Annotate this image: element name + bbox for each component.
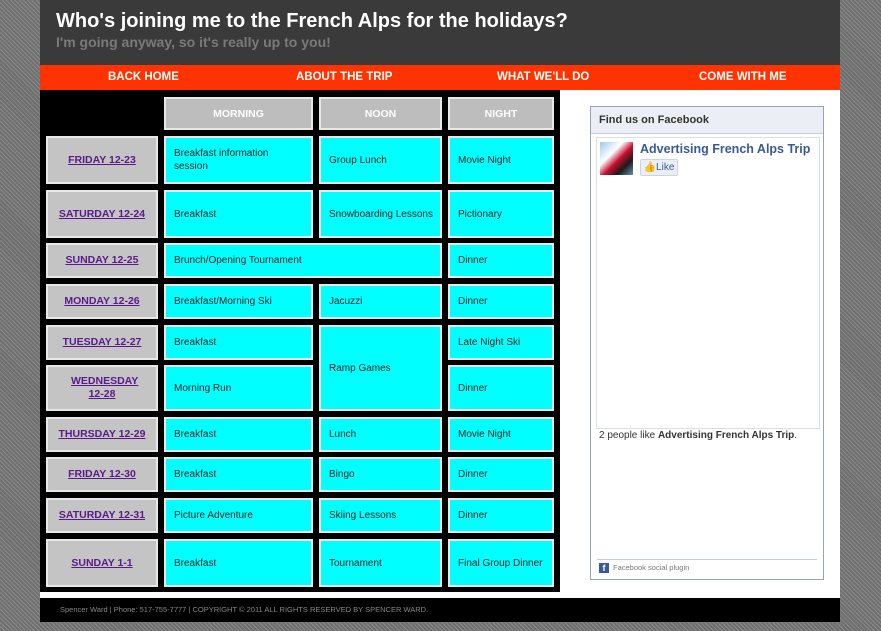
- nav-about-the-trip[interactable]: ABOUT THE TRIP: [296, 65, 392, 90]
- activity-cell: Group Lunch: [319, 136, 442, 184]
- facebook-box-heading: Find us on Facebook: [599, 114, 710, 126]
- activity-cell: Pictionary: [448, 190, 554, 238]
- activity-cell: Breakfast: [164, 539, 313, 587]
- schedule-table: MORNING NOON NIGHT FRIDAY 12-23 SATURDAY…: [40, 90, 560, 592]
- activity-cell: Breakfast: [164, 190, 313, 238]
- day-cell: SATURDAY 12-24: [46, 190, 158, 238]
- facebook-logo-icon: f: [599, 563, 609, 573]
- column-header-noon: NOON: [319, 97, 442, 130]
- activity-cell: Late Night Ski: [448, 325, 554, 360]
- activity-cell: Lunch: [319, 417, 442, 452]
- day-link-saturday-12-31[interactable]: SATURDAY 12-31: [59, 509, 145, 522]
- activity-cell: Bingo: [319, 457, 442, 492]
- page: Who's joining me to the French Alps for …: [40, 0, 840, 622]
- day-link-monday-12-26[interactable]: MONDAY 12-26: [64, 295, 139, 308]
- day-link-friday-12-30[interactable]: FRIDAY 12-30: [68, 468, 136, 481]
- day-cell: SUNDAY 12-25: [46, 243, 158, 278]
- footer-text: Spencer Ward | Phone: 517-755-7777 | COP…: [60, 605, 429, 614]
- like-count-suffix: .: [794, 430, 798, 441]
- day-cell: SUNDAY 1-1: [46, 539, 158, 587]
- site-header: Who's joining me to the French Alps for …: [40, 0, 840, 65]
- facebook-page-panel: Advertising French Alps Trip 👍Like: [596, 137, 820, 429]
- activity-cell: Dinner: [448, 498, 554, 533]
- day-link-wednesday-12-28[interactable]: WEDNESDAY 12-28: [71, 375, 138, 401]
- facebook-like-button[interactable]: 👍Like: [640, 159, 678, 176]
- activity-cell: Breakfast information session: [164, 136, 313, 184]
- activity-cell: Dinner: [448, 284, 554, 319]
- activity-cell: Breakfast: [164, 417, 313, 452]
- activity-cell: Snowboarding Lessons: [319, 190, 442, 238]
- thumbs-up-icon: 👍: [643, 162, 657, 173]
- activity-cell: Breakfast: [164, 325, 313, 360]
- column-header-night: NIGHT: [448, 97, 554, 130]
- day-cell: TUESDAY 12-27: [46, 325, 158, 360]
- day-cell: FRIDAY 12-30: [46, 457, 158, 492]
- activity-cell: Tournament: [319, 539, 442, 587]
- nav-come-with-me[interactable]: COME WITH ME: [699, 65, 787, 90]
- activity-cell: Final Group Dinner: [448, 539, 554, 587]
- activity-cell: Dinner: [448, 365, 554, 411]
- day-link-sunday-12-25[interactable]: SUNDAY 12-25: [66, 254, 139, 267]
- day-cell: SATURDAY 12-31: [46, 498, 158, 533]
- day-cell: MONDAY 12-26: [46, 284, 158, 319]
- activity-cell: Ramp Games: [319, 325, 442, 411]
- nav-what-well-do[interactable]: WHAT WE'LL DO: [497, 65, 589, 90]
- activity-cell: Brunch/Opening Tournament: [164, 243, 442, 278]
- activity-cell: Movie Night: [448, 136, 554, 184]
- day-link-saturday-12-24[interactable]: SATURDAY 12-24: [59, 208, 145, 221]
- activity-cell: Morning Run: [164, 365, 313, 411]
- nav-back-home[interactable]: BACK HOME: [108, 65, 179, 90]
- facebook-box-header: Find us on Facebook: [591, 107, 823, 134]
- activity-cell: Breakfast/Morning Ski: [164, 284, 313, 319]
- like-count-prefix: 2 people like: [599, 430, 658, 441]
- facebook-page-link[interactable]: Advertising French Alps Trip: [640, 142, 810, 156]
- main-nav: BACK HOME ABOUT THE TRIP WHAT WE'LL DO C…: [40, 65, 840, 90]
- site-tagline: I'm going anyway, so it's really up to y…: [56, 34, 331, 50]
- activity-cell: Picture Adventure: [164, 498, 313, 533]
- activity-cell: Jacuzzi: [319, 284, 442, 319]
- day-link-thursday-12-29[interactable]: THURSDAY 12-29: [59, 428, 146, 441]
- day-link-tuesday-12-27[interactable]: TUESDAY 12-27: [63, 336, 142, 349]
- activity-cell: Skiing Lessons: [319, 498, 442, 533]
- activity-cell: Movie Night: [448, 417, 554, 452]
- activity-cell: Dinner: [448, 457, 554, 492]
- day-link-friday-12-23[interactable]: FRIDAY 12-23: [68, 154, 136, 167]
- activity-cell: Breakfast: [164, 457, 313, 492]
- like-count-page-name: Advertising French Alps Trip: [657, 430, 795, 441]
- column-header-morning: MORNING: [164, 97, 313, 130]
- facebook-plugin-footer: f Facebook social plugin: [597, 559, 817, 576]
- facebook-like-box: Find us on Facebook Advertising French A…: [590, 106, 824, 580]
- facebook-like-count: 2 people like Advertising French Alps Tr…: [599, 430, 797, 441]
- facebook-page-thumbnail[interactable]: [600, 142, 633, 175]
- facebook-plugin-label[interactable]: Facebook social plugin: [613, 563, 689, 572]
- facebook-like-label: Like: [656, 162, 675, 173]
- day-cell: THURSDAY 12-29: [46, 417, 158, 452]
- day-cell: WEDNESDAY 12-28: [46, 365, 158, 411]
- day-cell: FRIDAY 12-23: [46, 136, 158, 184]
- day-link-sunday-1-1[interactable]: SUNDAY 1-1: [71, 557, 132, 570]
- activity-cell: Dinner: [448, 243, 554, 278]
- site-title: Who's joining me to the French Alps for …: [56, 10, 568, 32]
- site-footer: Spencer Ward | Phone: 517-755-7777 | COP…: [40, 598, 840, 622]
